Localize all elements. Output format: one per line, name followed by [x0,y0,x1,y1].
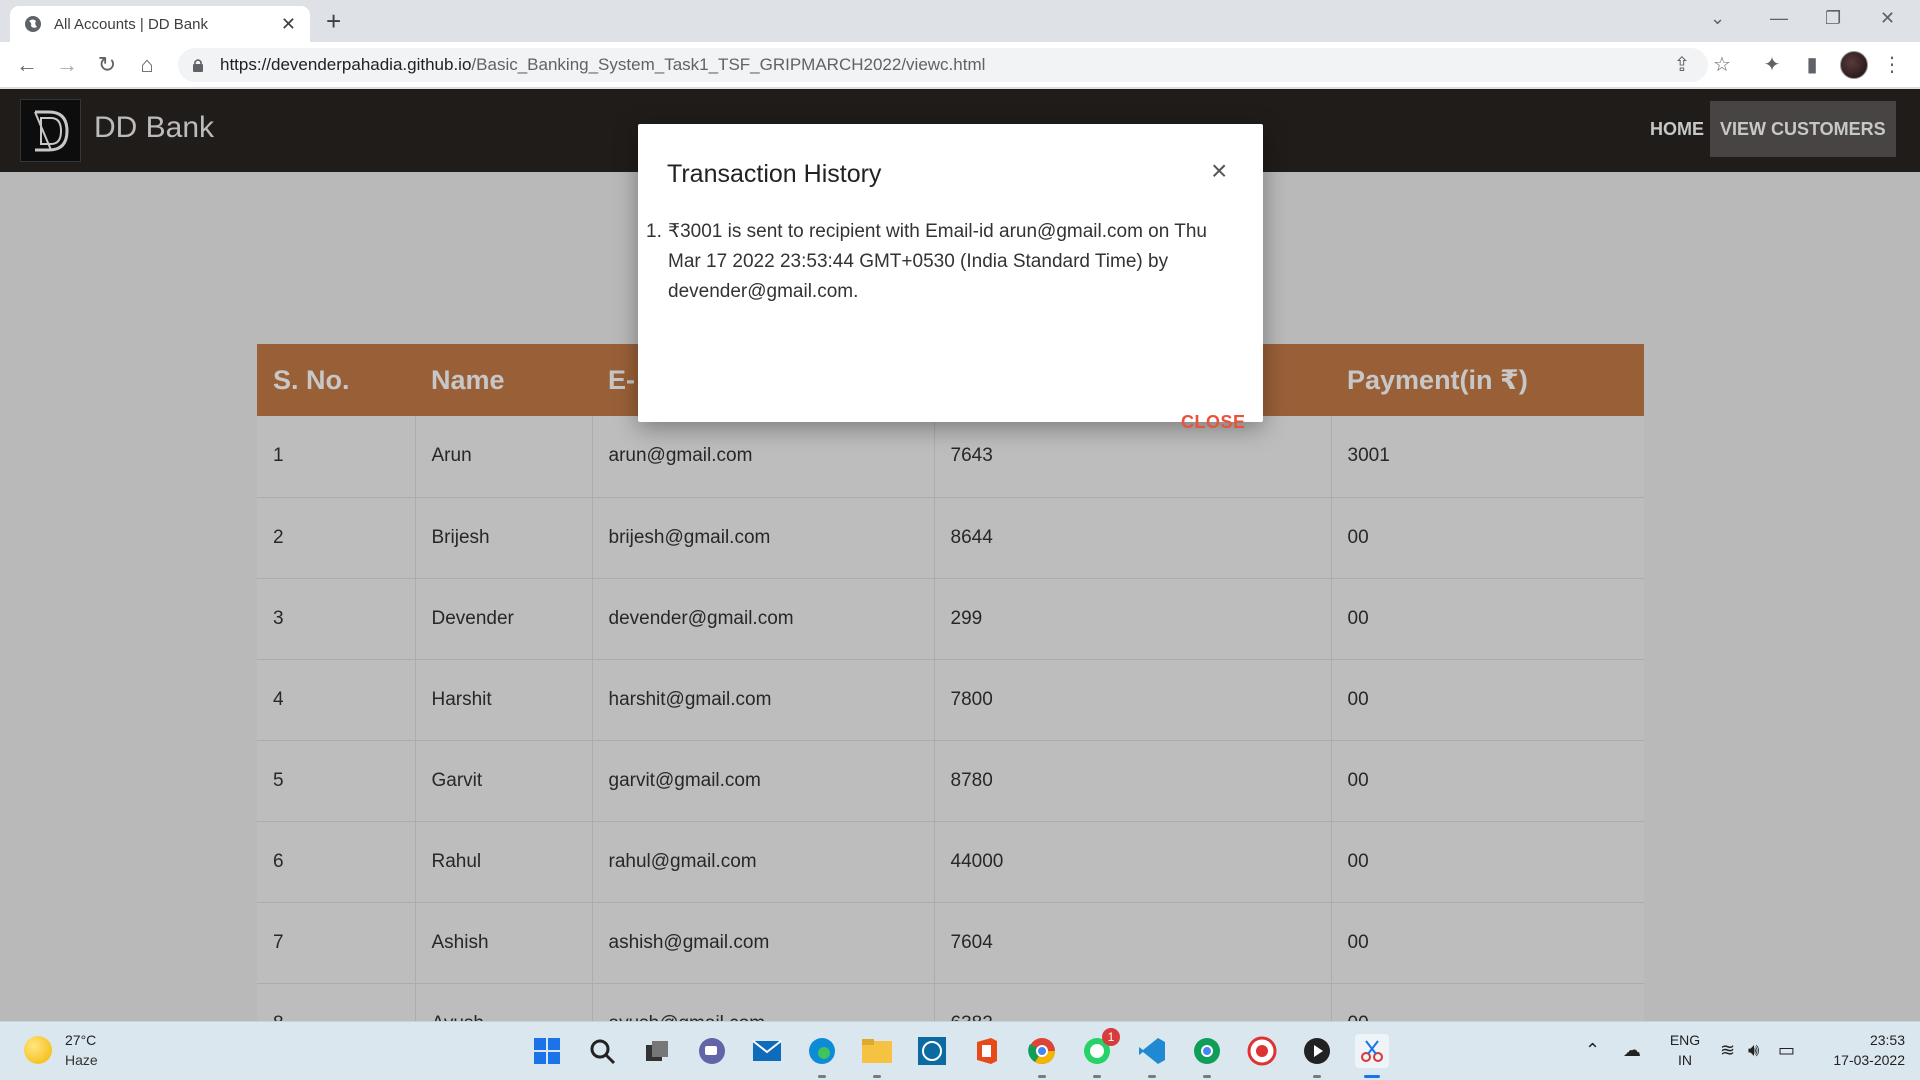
onedrive-icon[interactable]: ☁ [1623,1040,1641,1061]
file-explorer-icon[interactable] [860,1034,894,1078]
forward-icon[interactable]: → [54,52,80,78]
battery-icon[interactable]: ▭ [1778,1040,1795,1061]
vscode-icon[interactable] [1135,1034,1169,1078]
snipping-tool-icon[interactable] [1355,1034,1389,1078]
modal-close-icon[interactable]: × [1211,155,1227,187]
task-view-icon[interactable] [640,1034,674,1068]
teams-chat-icon[interactable] [695,1034,729,1068]
browser-tabstrip: All Accounts | DD Bank ✕ + ⌄ — ❐ ✕ [0,0,1920,42]
media-player-icon[interactable] [1300,1034,1334,1078]
weather-moon-icon[interactable] [24,1036,52,1064]
transaction-history-modal: Transaction History × 1. ₹3001 is sent t… [638,124,1263,432]
dell-icon[interactable] [915,1034,949,1068]
transaction-list: 1. ₹3001 is sent to recipient with Email… [646,217,1233,307]
close-window-icon[interactable]: ✕ [1880,8,1895,29]
mail-icon[interactable] [750,1034,784,1068]
minimize-icon[interactable]: — [1770,8,1788,29]
transaction-item: 1. ₹3001 is sent to recipient with Email… [646,217,1233,307]
language-indicator-bottom[interactable]: IN [1665,1052,1705,1068]
search-icon[interactable] [585,1034,619,1068]
menu-kebab-icon[interactable]: ⋮ [1880,53,1904,77]
side-panel-icon[interactable]: ▮ [1800,53,1824,77]
edge-icon[interactable] [805,1034,839,1078]
modal-close-button[interactable]: CLOSE [1181,412,1246,433]
modal-title: Transaction History [667,160,882,188]
new-tab-icon[interactable]: + [326,8,341,34]
browser-tab[interactable]: All Accounts | DD Bank ✕ [10,6,310,42]
start-icon[interactable] [530,1034,564,1068]
tab-close-icon[interactable]: ✕ [281,14,296,35]
restore-icon[interactable]: ❐ [1825,8,1841,29]
clock-time[interactable]: 23:53 [1815,1032,1905,1048]
share-icon[interactable]: ⇪ [1670,53,1694,77]
transaction-item-text: ₹3001 is sent to recipient with Email-id… [668,221,1207,302]
show-hidden-icons-icon[interactable]: ⌃ [1585,1040,1600,1061]
tab-search-icon[interactable]: ⌄ [1710,8,1725,29]
language-indicator-top[interactable]: ENG [1665,1032,1705,1048]
office-icon[interactable] [970,1034,1004,1068]
url-text: https://devenderpahadia.github.io/Basic_… [220,55,986,74]
profile-avatar[interactable] [1840,51,1868,79]
reload-icon[interactable]: ↻ [94,52,120,78]
extensions-icon[interactable]: ✦ [1760,53,1784,77]
os-taskbar: 27°C Haze 1 ⌃ ☁ ENG IN ≋ 🔊︎ ▭ 23:53 17-0… [0,1021,1920,1080]
clock-date[interactable]: 17-03-2022 [1805,1052,1905,1068]
back-icon[interactable]: ← [14,52,40,78]
page-content: DD Bank HOME VIEW CUSTOMERS S. No. Name … [0,89,1920,1021]
wifi-icon[interactable]: ≋ [1720,1040,1735,1061]
chrome-profile-icon[interactable] [1190,1034,1224,1078]
bookmark-star-icon[interactable]: ☆ [1710,53,1734,77]
tab-title: All Accounts | DD Bank [54,15,208,33]
screen-recorder-icon[interactable] [1245,1034,1279,1068]
chrome-icon[interactable] [1025,1034,1059,1078]
browser-toolbar: ← → ↻ ⌂ https://devenderpahadia.github.i… [0,42,1920,88]
volume-icon[interactable]: 🔊︎ [1748,1040,1759,1061]
weather-description[interactable]: Haze [65,1052,98,1068]
whatsapp-icon[interactable]: 1 [1080,1028,1120,1078]
globe-icon [25,16,41,32]
weather-temperature[interactable]: 27°C [65,1032,96,1048]
home-icon[interactable]: ⌂ [134,52,160,78]
address-bar[interactable]: https://devenderpahadia.github.io/Basic_… [178,48,1708,82]
lock-icon [193,59,203,72]
whatsapp-badge: 1 [1102,1028,1120,1046]
